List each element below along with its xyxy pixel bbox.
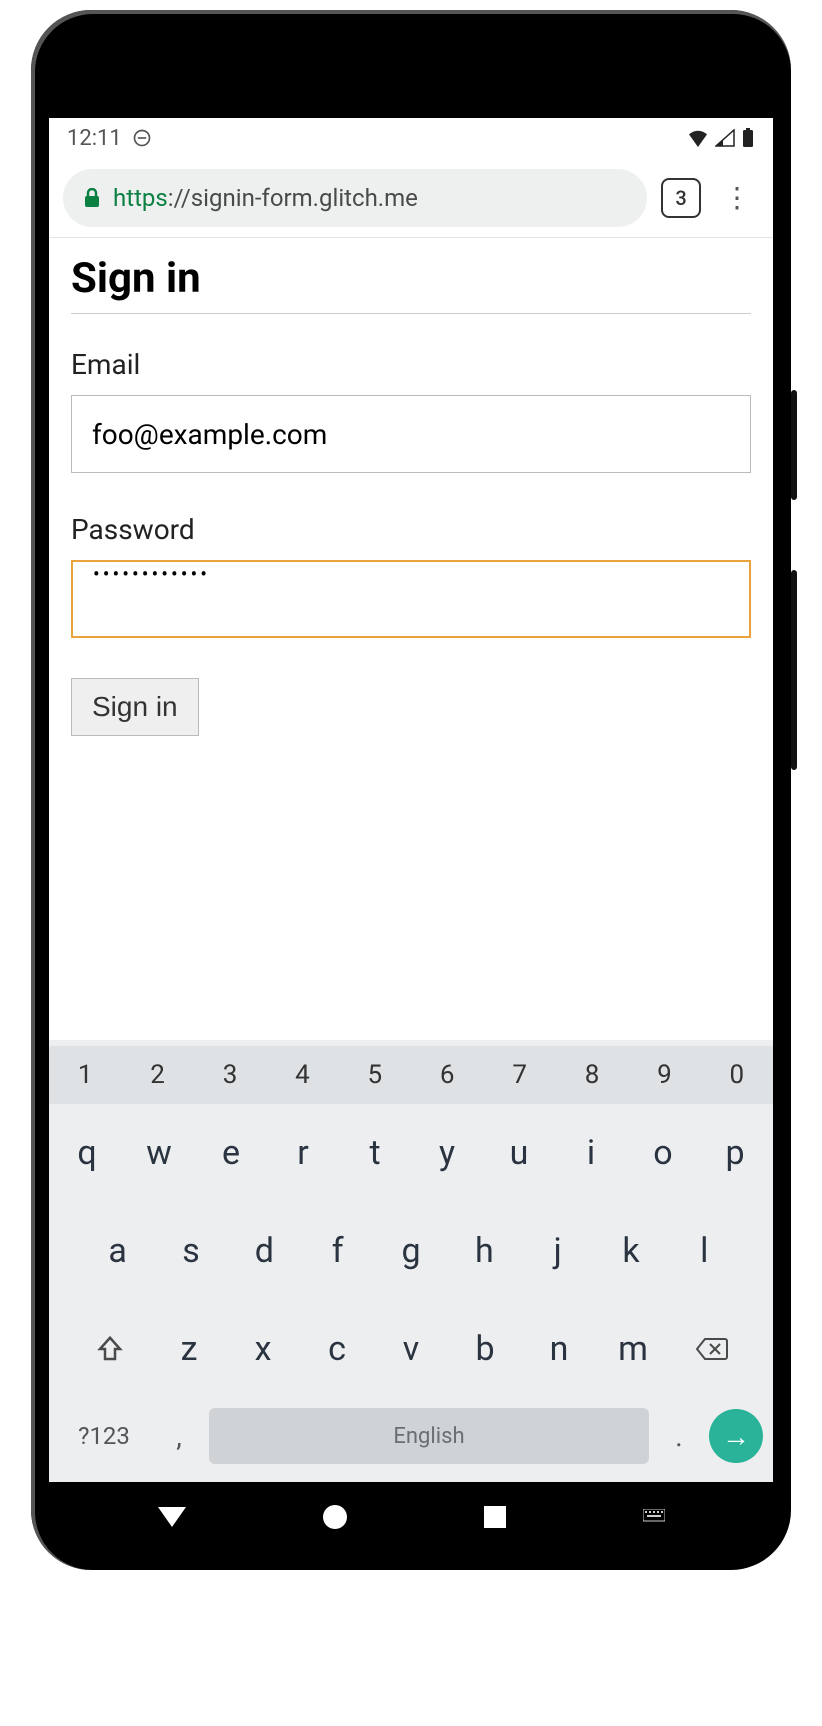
address-bar[interactable]: https://signin-form.glitch.me — [63, 169, 647, 227]
comma-key[interactable]: , — [159, 1420, 199, 1453]
key-6[interactable]: 6 — [411, 1046, 483, 1104]
url-text: https://signin-form.glitch.me — [113, 184, 418, 212]
do-not-disturb-icon — [132, 128, 152, 148]
period-key[interactable]: . — [659, 1420, 699, 1453]
page-content: Sign in Email Password •••••••••••• Sign… — [49, 238, 773, 1040]
password-label: Password — [71, 513, 751, 546]
page-title: Sign in — [71, 254, 751, 314]
symbols-key[interactable]: ?123 — [59, 1422, 149, 1450]
key-w[interactable]: w — [127, 1114, 191, 1192]
battery-icon — [741, 128, 755, 148]
key-c[interactable]: c — [304, 1310, 370, 1388]
key-g[interactable]: g — [378, 1212, 443, 1290]
key-p[interactable]: p — [703, 1114, 767, 1192]
key-5[interactable]: 5 — [339, 1046, 411, 1104]
key-x[interactable]: x — [230, 1310, 296, 1388]
email-label: Email — [71, 348, 751, 381]
nav-back-icon[interactable] — [158, 1507, 186, 1527]
key-a[interactable]: a — [85, 1212, 150, 1290]
key-1[interactable]: 1 — [49, 1046, 121, 1104]
menu-button[interactable]: ⋮ — [715, 181, 759, 214]
browser-toolbar: https://signin-form.glitch.me 3 ⋮ — [49, 158, 773, 238]
wifi-icon — [687, 129, 709, 147]
key-8[interactable]: 8 — [556, 1046, 628, 1104]
space-key[interactable]: English — [209, 1408, 649, 1464]
key-f[interactable]: f — [305, 1212, 370, 1290]
key-b[interactable]: b — [452, 1310, 518, 1388]
nav-home-icon[interactable] — [323, 1505, 347, 1529]
keyboard-row-3: z x c v b n m — [49, 1300, 773, 1398]
keyboard-row-2: a s d f g h j k l — [49, 1202, 773, 1300]
key-v[interactable]: v — [378, 1310, 444, 1388]
status-bar: 12:11 — [49, 118, 773, 158]
keyboard-row-1: q w e r t y u i o p — [49, 1104, 773, 1202]
email-field[interactable] — [71, 395, 751, 473]
enter-key[interactable]: → — [709, 1409, 763, 1463]
signin-button[interactable]: Sign in — [71, 678, 199, 736]
power-button — [791, 390, 797, 500]
key-q[interactable]: q — [55, 1114, 119, 1192]
key-h[interactable]: h — [452, 1212, 517, 1290]
keyboard-number-row: 1 2 3 4 5 6 7 8 9 0 — [49, 1046, 773, 1104]
volume-button — [791, 570, 797, 770]
android-nav-bar — [49, 1482, 773, 1552]
key-4[interactable]: 4 — [266, 1046, 338, 1104]
key-3[interactable]: 3 — [194, 1046, 266, 1104]
key-j[interactable]: j — [525, 1212, 590, 1290]
key-d[interactable]: d — [232, 1212, 297, 1290]
key-z[interactable]: z — [156, 1310, 222, 1388]
nav-recents-icon[interactable] — [484, 1506, 506, 1528]
key-7[interactable]: 7 — [483, 1046, 555, 1104]
key-0[interactable]: 0 — [701, 1046, 773, 1104]
key-o[interactable]: o — [631, 1114, 695, 1192]
key-i[interactable]: i — [559, 1114, 623, 1192]
password-field[interactable]: •••••••••••• — [71, 560, 751, 638]
key-s[interactable]: s — [158, 1212, 223, 1290]
nav-keyboard-icon[interactable] — [643, 1509, 665, 1525]
key-u[interactable]: u — [487, 1114, 551, 1192]
key-e[interactable]: e — [199, 1114, 263, 1192]
key-l[interactable]: l — [672, 1212, 737, 1290]
key-n[interactable]: n — [526, 1310, 592, 1388]
cell-signal-icon — [715, 129, 735, 147]
soft-keyboard: 1 2 3 4 5 6 7 8 9 0 q w e r t y — [49, 1040, 773, 1482]
lock-icon — [83, 188, 101, 208]
tabs-button[interactable]: 3 — [661, 178, 701, 218]
key-r[interactable]: r — [271, 1114, 335, 1192]
key-2[interactable]: 2 — [121, 1046, 193, 1104]
shift-key[interactable] — [72, 1310, 148, 1388]
backspace-key[interactable] — [674, 1310, 750, 1388]
keyboard-bottom-row: ?123 , English . → — [49, 1398, 773, 1482]
key-y[interactable]: y — [415, 1114, 479, 1192]
status-time: 12:11 — [67, 126, 122, 151]
key-k[interactable]: k — [598, 1212, 663, 1290]
key-9[interactable]: 9 — [628, 1046, 700, 1104]
key-m[interactable]: m — [600, 1310, 666, 1388]
phone-frame: 12:11 — [31, 10, 791, 1570]
key-t[interactable]: t — [343, 1114, 407, 1192]
